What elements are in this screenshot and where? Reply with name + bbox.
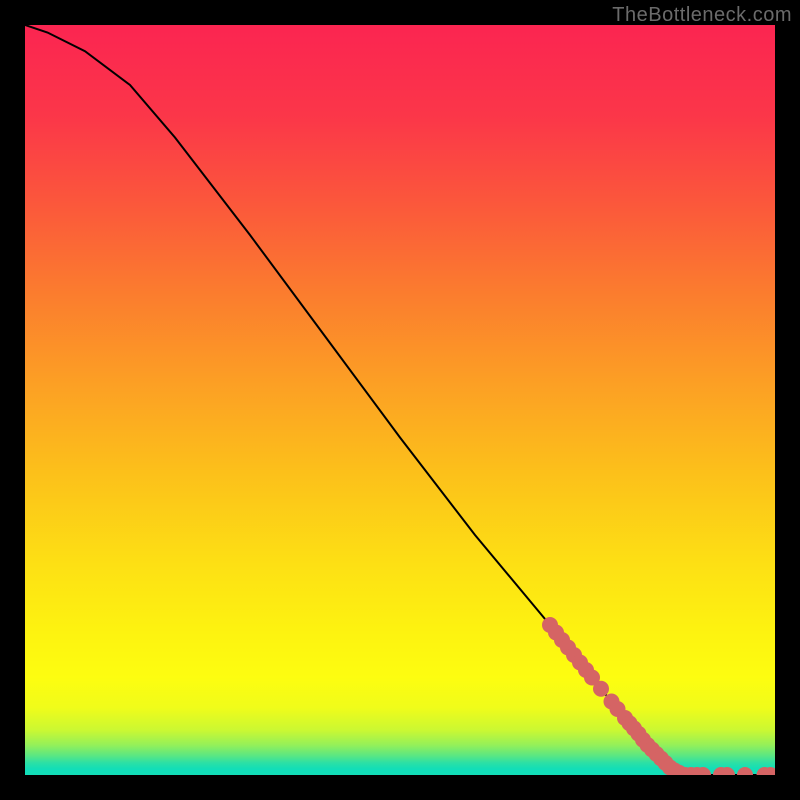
watermark-text: TheBottleneck.com: [612, 4, 792, 27]
chart-background: [25, 25, 775, 775]
chart-svg: [25, 25, 775, 775]
plot-area: [25, 25, 775, 775]
chart-frame: TheBottleneck.com: [0, 0, 800, 800]
data-marker: [593, 681, 609, 697]
